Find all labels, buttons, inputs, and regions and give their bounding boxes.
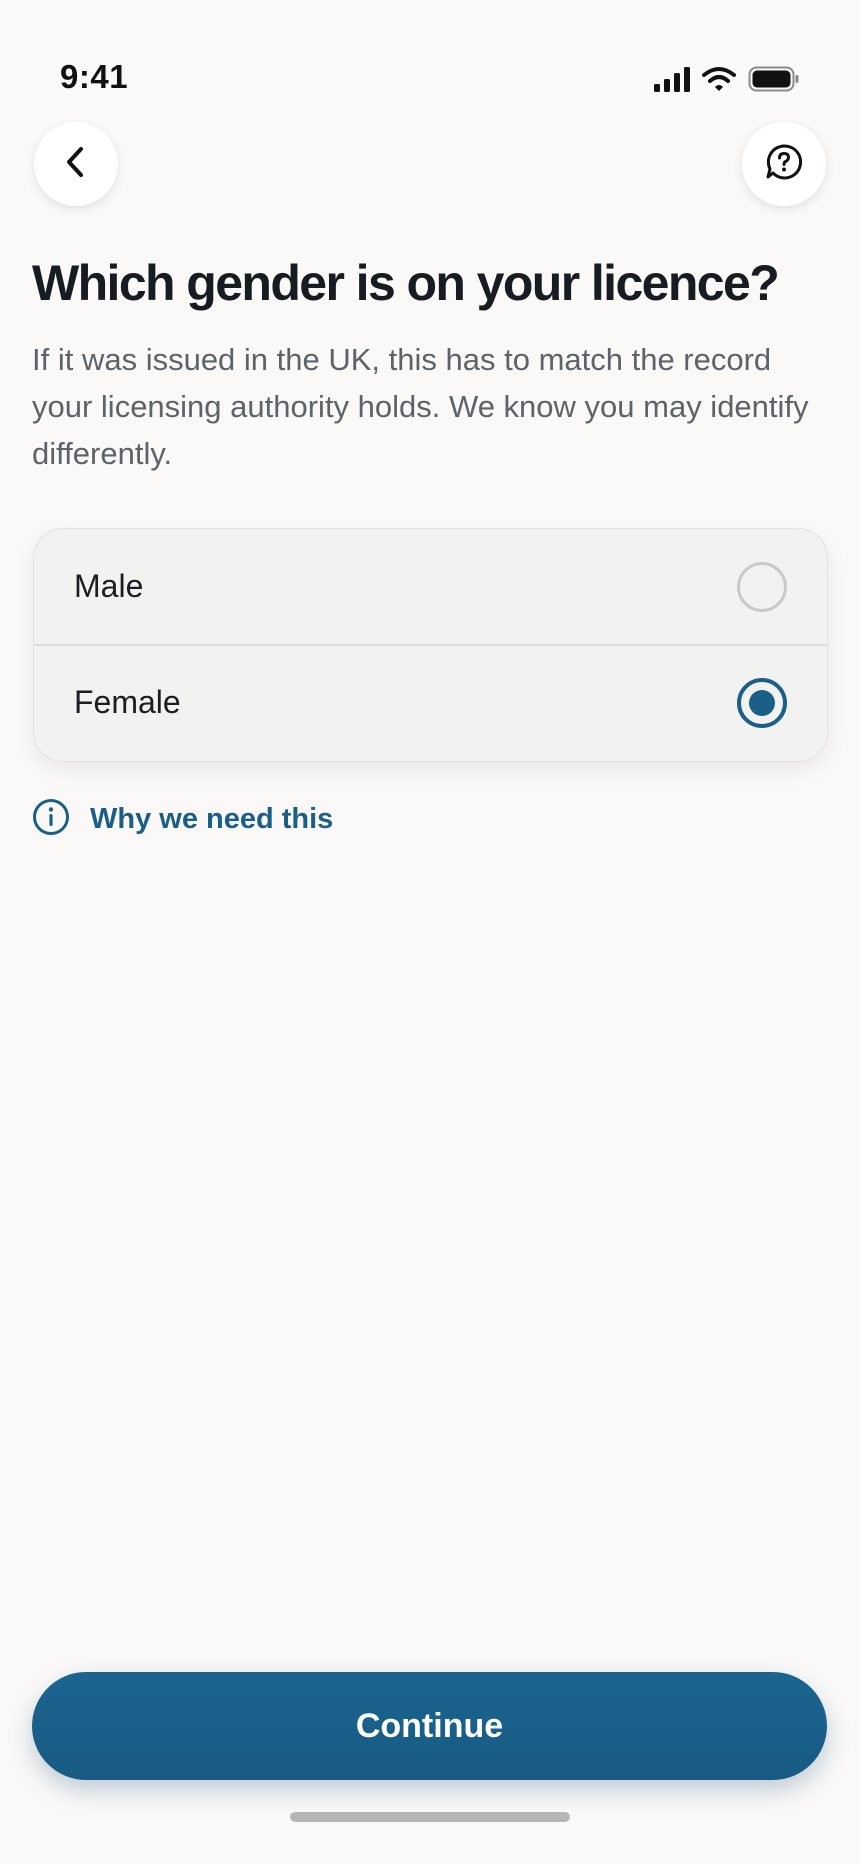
option-male[interactable]: Male xyxy=(34,529,827,644)
option-label: Female xyxy=(74,684,181,720)
status-icons xyxy=(654,66,800,92)
cellular-signal-icon xyxy=(654,66,690,92)
back-button[interactable] xyxy=(34,122,118,206)
radio-button-selected[interactable] xyxy=(737,677,787,728)
chevron-left-icon xyxy=(61,144,91,185)
help-button[interactable] xyxy=(742,122,826,206)
wifi-icon xyxy=(702,66,736,92)
continue-button[interactable]: Continue xyxy=(32,1672,827,1780)
why-we-need-this-link[interactable]: Why we need this xyxy=(32,798,333,841)
home-indicator xyxy=(290,1812,570,1822)
status-time: 9:41 xyxy=(60,58,129,95)
page-subtitle: If it was issued in the UK, this has to … xyxy=(32,342,809,471)
radio-button[interactable] xyxy=(737,561,787,612)
info-icon xyxy=(32,798,70,841)
info-link-label: Why we need this xyxy=(90,803,334,835)
battery-icon xyxy=(748,66,800,92)
option-label: Male xyxy=(74,568,144,604)
option-female[interactable]: Female xyxy=(34,644,827,759)
gender-options: Male Female xyxy=(33,528,828,762)
help-chat-icon xyxy=(764,142,804,187)
status-bar: 9:41 xyxy=(0,0,860,110)
page-title: Which gender is on your licence? xyxy=(32,255,780,311)
